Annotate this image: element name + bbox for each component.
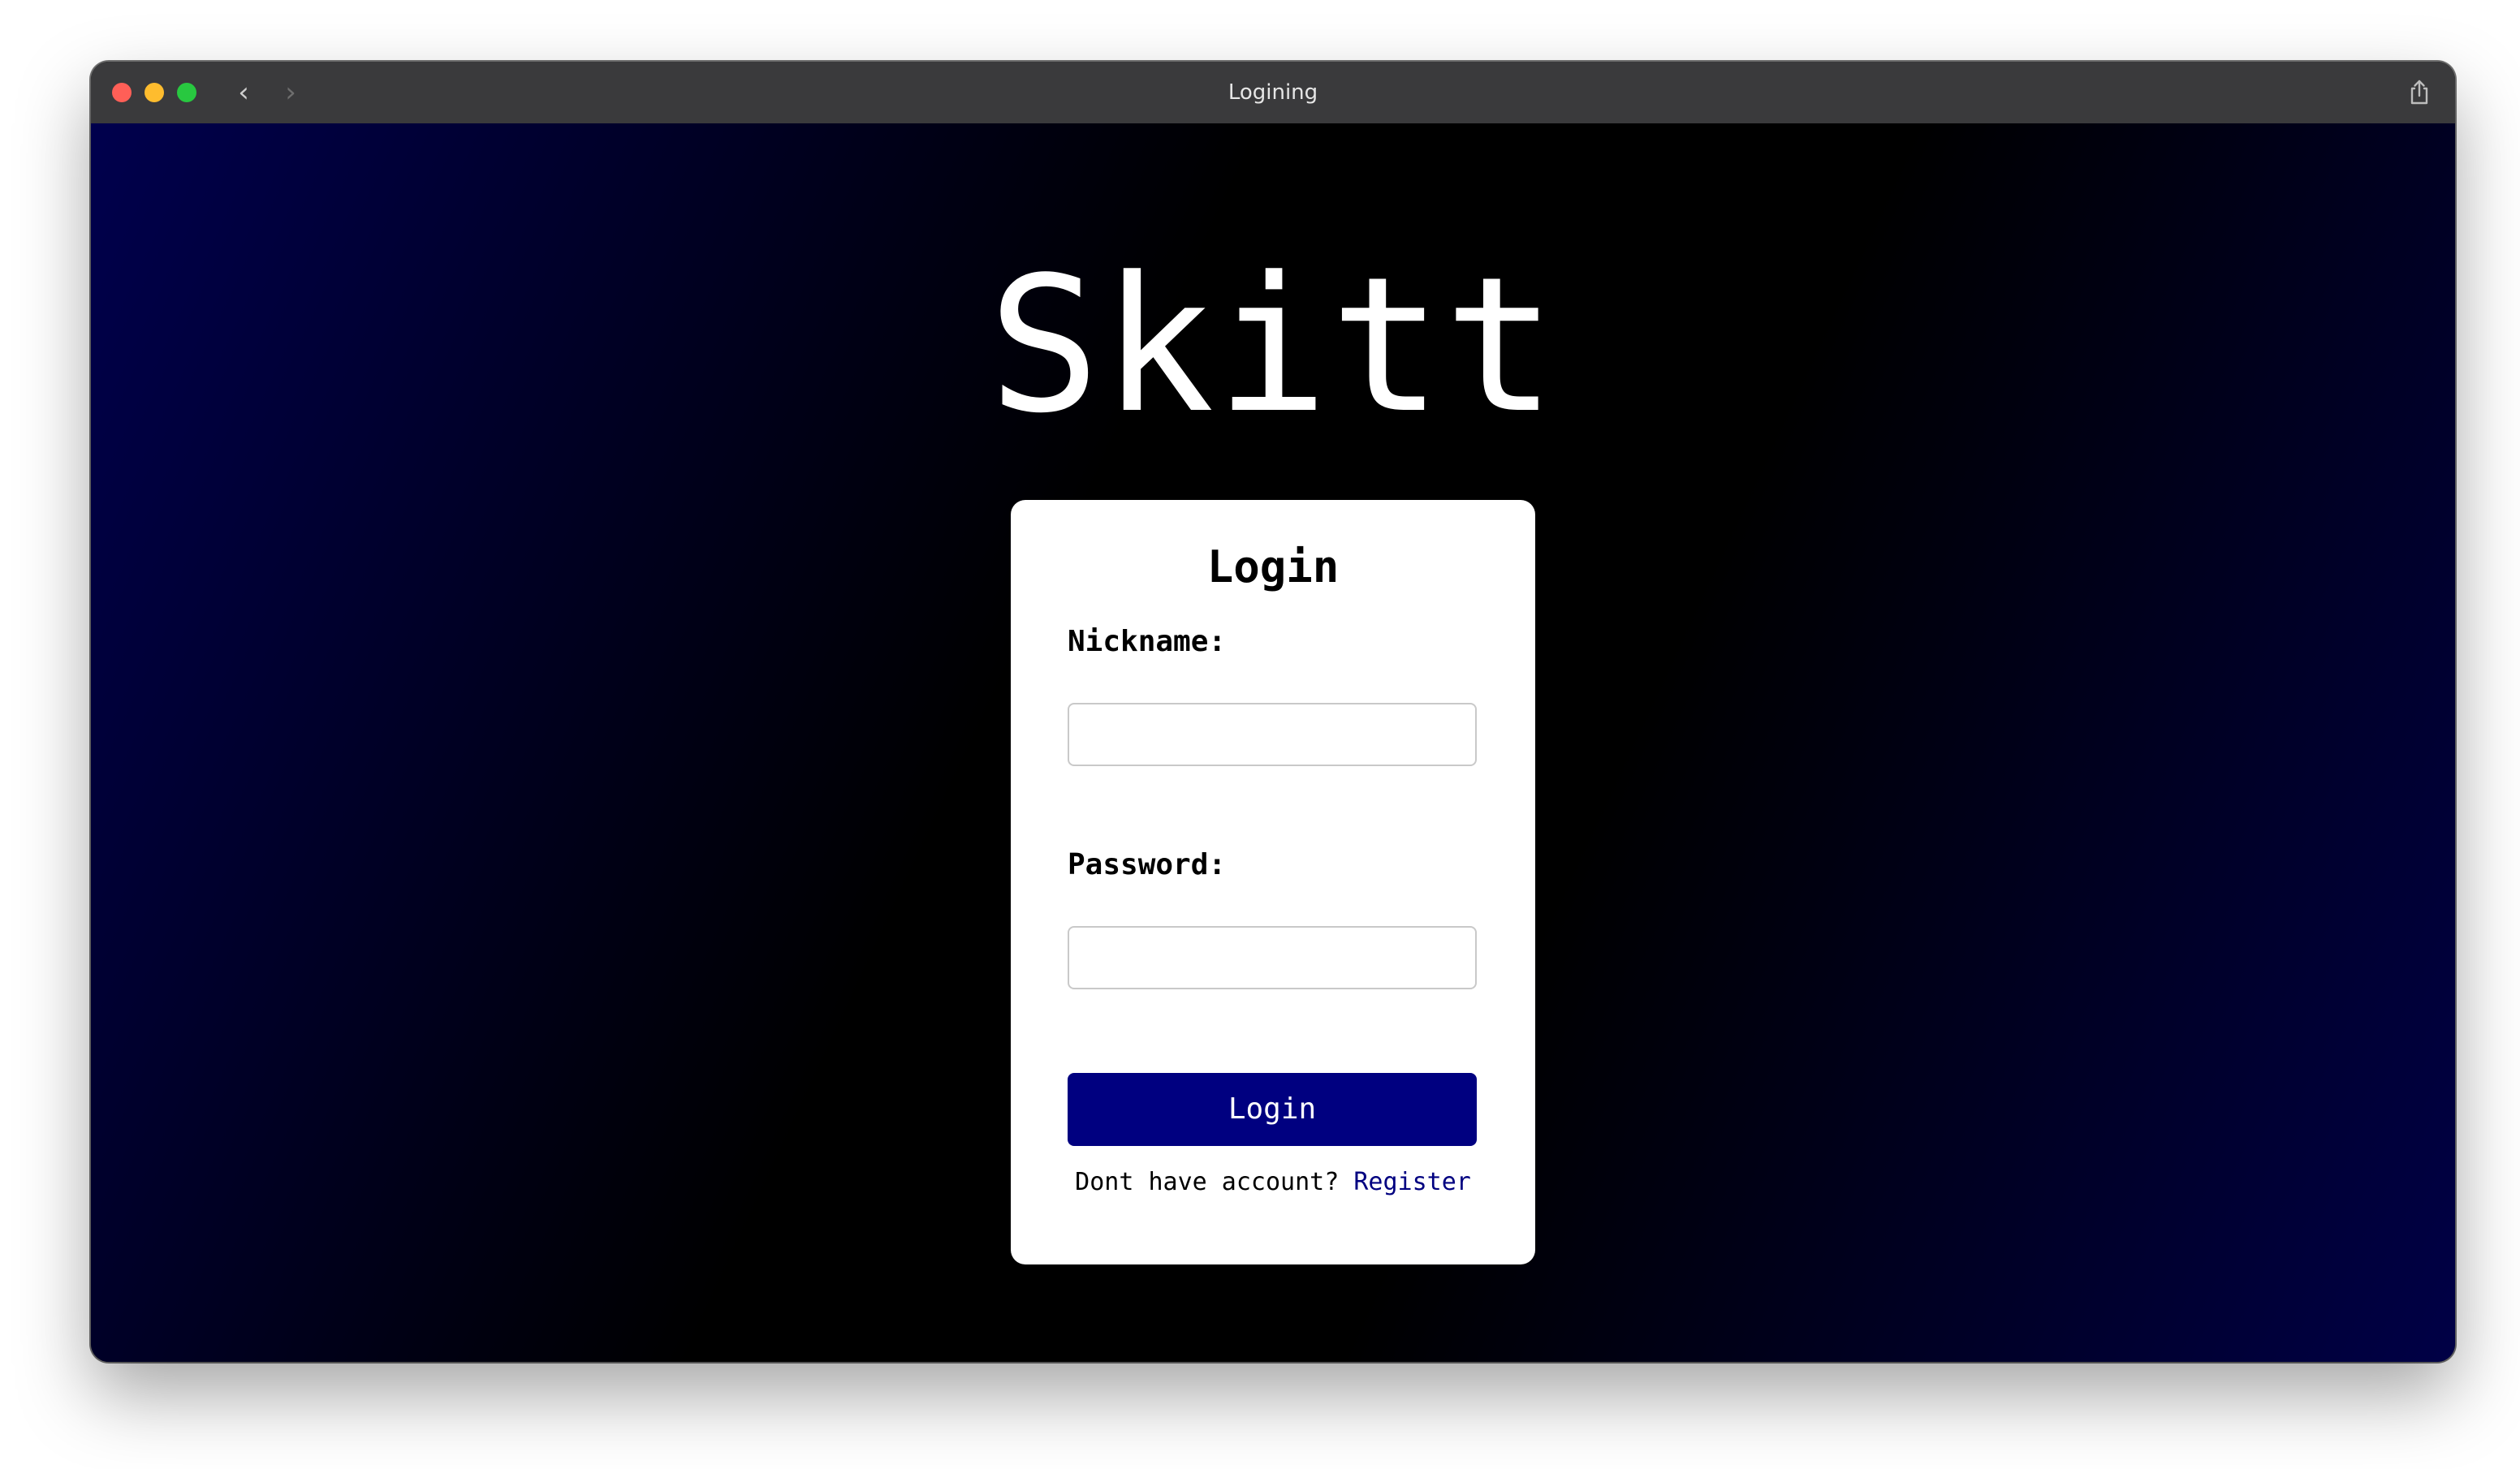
- password-input[interactable]: [1068, 926, 1477, 989]
- nickname-label: Nickname:: [1068, 625, 1227, 658]
- brand-logo-text: Skitt: [987, 238, 1559, 454]
- login-heading: Login: [1206, 541, 1340, 592]
- title-bar: ‹ › Logining: [91, 62, 2455, 124]
- nickname-input[interactable]: [1068, 703, 1477, 766]
- page-content: Skitt Login Nickname: Password: Login Do…: [91, 123, 2455, 1362]
- share-icon[interactable]: [2405, 78, 2434, 107]
- register-prompt-row: Dont have account? Register: [1011, 1165, 1535, 1200]
- register-link[interactable]: Register: [1353, 1168, 1471, 1196]
- register-prompt-text: Dont have account?: [1075, 1168, 1340, 1196]
- window-title: Logining: [1228, 80, 1318, 105]
- password-label: Password:: [1068, 848, 1227, 881]
- login-card: Login Nickname: Password: Login Dont hav…: [1011, 500, 1535, 1264]
- login-button[interactable]: Login: [1068, 1073, 1477, 1146]
- browser-window: ‹ › Logining Skitt Login Nickname: Passw…: [91, 62, 2455, 1362]
